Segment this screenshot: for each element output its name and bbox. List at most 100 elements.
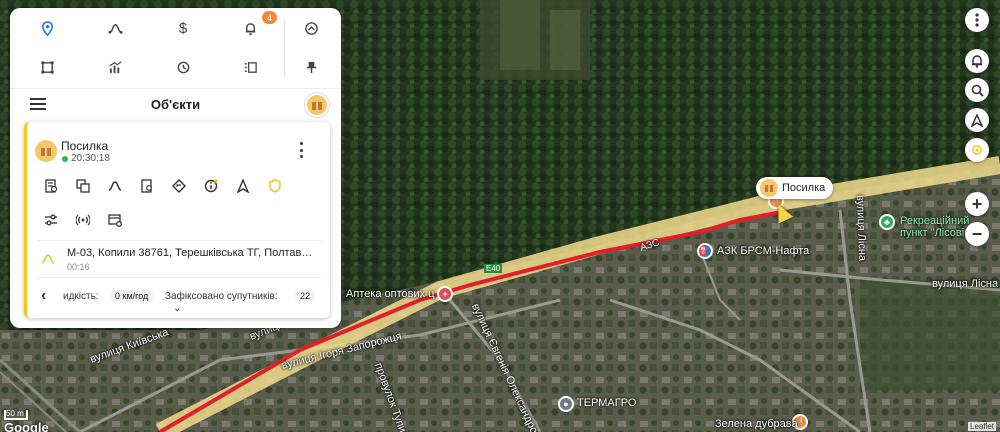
broadcast-icon bbox=[76, 214, 90, 226]
panel-header: Об'єкти bbox=[10, 88, 341, 120]
poi-termagro-label[interactable]: ТЕРМАГРО bbox=[577, 397, 636, 409]
notification-count-badge: 4 bbox=[262, 11, 277, 24]
map-scale: 50 m bbox=[4, 410, 28, 420]
unit-avatar bbox=[35, 140, 57, 162]
speed-label: идкість: bbox=[63, 291, 99, 302]
park-icon[interactable]: ♣ bbox=[879, 214, 895, 230]
chevron-down-icon[interactable]: ⌄ bbox=[173, 303, 181, 314]
toolbar-monitoring-button[interactable] bbox=[32, 13, 62, 43]
unit-signal-button[interactable] bbox=[73, 210, 93, 230]
toolbar-pin-button[interactable] bbox=[296, 52, 326, 82]
package-icon bbox=[41, 148, 51, 156]
task-list-icon bbox=[244, 61, 257, 73]
leaflet-attribution[interactable]: Leaflet bbox=[968, 422, 997, 431]
toolbar-billing-button[interactable]: $ bbox=[168, 13, 198, 43]
poi-azs-label[interactable]: АЗК БРСМ-Нафта bbox=[717, 245, 809, 257]
objects-panel: $ 4 Об'єкти Посилка 20:30:18 М-03, Копил… bbox=[10, 8, 341, 328]
pin-icon bbox=[306, 61, 316, 73]
map-pin-icon bbox=[41, 20, 53, 36]
unit-report-button[interactable] bbox=[41, 176, 61, 196]
history-icon bbox=[177, 61, 189, 73]
toolbar-geofences-button[interactable] bbox=[32, 52, 62, 82]
satellites-label: Зафіксовано супутників: bbox=[165, 291, 278, 302]
package-icon bbox=[312, 102, 322, 110]
route-icon bbox=[107, 23, 123, 34]
toolbar-tasks-button[interactable] bbox=[235, 52, 265, 82]
navigation-button[interactable] bbox=[965, 108, 989, 132]
sliders-icon bbox=[45, 214, 57, 226]
document-search-icon bbox=[141, 179, 152, 193]
unit-last-update: 20:30:18 bbox=[71, 153, 110, 164]
satellites-value: 22 bbox=[295, 290, 316, 302]
toolbar-reports-button[interactable] bbox=[100, 52, 130, 82]
my-location-button[interactable] bbox=[965, 138, 989, 162]
top-toolbar: $ 4 bbox=[10, 8, 341, 88]
road-label: вулиця Лісна bbox=[853, 194, 869, 262]
plus-icon: + bbox=[971, 193, 983, 214]
unit-security-button[interactable] bbox=[265, 176, 285, 196]
chart-icon bbox=[109, 60, 121, 73]
kebab-icon bbox=[975, 13, 979, 27]
chevron-left-icon[interactable]: ‹ bbox=[41, 287, 46, 305]
location-pin-icon[interactable]: ● bbox=[558, 396, 574, 412]
pharmacy-icon[interactable]: + bbox=[437, 286, 453, 302]
kebab-icon-dot bbox=[299, 148, 303, 152]
poi-recreation-label[interactable]: Рекреаційний пункт "Лісові bbox=[900, 215, 970, 239]
route-icon bbox=[41, 252, 55, 266]
copy-icon bbox=[76, 179, 90, 193]
window-gear-icon bbox=[108, 214, 122, 227]
unit-navigate-button[interactable] bbox=[233, 176, 253, 196]
fuel-station-icon[interactable]: ⛽ bbox=[697, 243, 713, 259]
zoom-out-button[interactable]: − bbox=[965, 222, 989, 246]
chevron-up-circle-icon bbox=[304, 21, 318, 35]
unit-settings-button[interactable] bbox=[41, 210, 61, 230]
dollar-icon: $ bbox=[178, 19, 188, 37]
toolbar-collapse-button[interactable] bbox=[296, 13, 326, 43]
toolbar-history-button[interactable] bbox=[168, 52, 198, 82]
unit-route-button[interactable] bbox=[169, 176, 189, 196]
unit-info-button[interactable] bbox=[201, 176, 221, 196]
report-icon bbox=[45, 179, 58, 193]
unit-copy-button[interactable] bbox=[73, 176, 93, 196]
unit-address[interactable]: М-03, Копили 38761, Терешківська ТГ, Пол… bbox=[67, 247, 317, 259]
navigation-arrow-icon bbox=[971, 113, 983, 127]
divider bbox=[37, 240, 321, 241]
toolbar-divider bbox=[284, 18, 285, 78]
kebab-icon-dot bbox=[299, 155, 303, 158]
unit-window-settings-button[interactable] bbox=[105, 210, 125, 230]
geofence-icon bbox=[40, 60, 54, 74]
avatar[interactable] bbox=[305, 93, 329, 117]
page-title: Об'єкти bbox=[150, 97, 201, 112]
unit-menu-button[interactable] bbox=[295, 142, 307, 158]
notifications-map-button[interactable] bbox=[965, 49, 989, 73]
kebab-icon bbox=[299, 142, 303, 145]
bell-icon bbox=[972, 55, 982, 68]
package-icon bbox=[760, 179, 778, 197]
locate-icon bbox=[972, 145, 982, 155]
route-icon bbox=[108, 181, 122, 191]
unit-messages-button[interactable] bbox=[137, 176, 157, 196]
road-label: вулиця Лісна bbox=[932, 278, 999, 290]
unit-tag-label: Посилка bbox=[782, 182, 826, 194]
diamond-route-icon bbox=[172, 179, 186, 193]
minus-icon: − bbox=[971, 223, 983, 244]
unit-name[interactable]: Посилка bbox=[61, 139, 108, 153]
more-options-button[interactable] bbox=[965, 8, 989, 32]
poi-apteka-label[interactable]: Аптека оптових ц bbox=[346, 288, 435, 300]
route-badge: E40 bbox=[484, 264, 503, 273]
toolbar-notifications-button[interactable] bbox=[235, 13, 265, 43]
google-logo: Google bbox=[4, 420, 49, 432]
unit-card[interactable]: Посилка 20:30:18 М-03, Копили 38761, Тер… bbox=[24, 122, 330, 318]
unit-map-tag[interactable]: Посилка bbox=[756, 177, 834, 199]
toolbar-tracks-button[interactable] bbox=[100, 13, 130, 43]
search-map-button[interactable] bbox=[965, 78, 989, 102]
speed-value: 0 км/год bbox=[110, 290, 154, 302]
info-icon bbox=[204, 179, 218, 193]
poi-zelena-label[interactable]: Зелена дубрава bbox=[715, 418, 798, 430]
status-dot bbox=[62, 156, 68, 162]
zoom-in-button[interactable]: + bbox=[965, 192, 989, 216]
unit-track-button[interactable] bbox=[105, 176, 125, 196]
shield-icon bbox=[269, 179, 281, 193]
navigation-arrow-icon bbox=[236, 179, 250, 193]
bell-icon bbox=[245, 22, 255, 35]
